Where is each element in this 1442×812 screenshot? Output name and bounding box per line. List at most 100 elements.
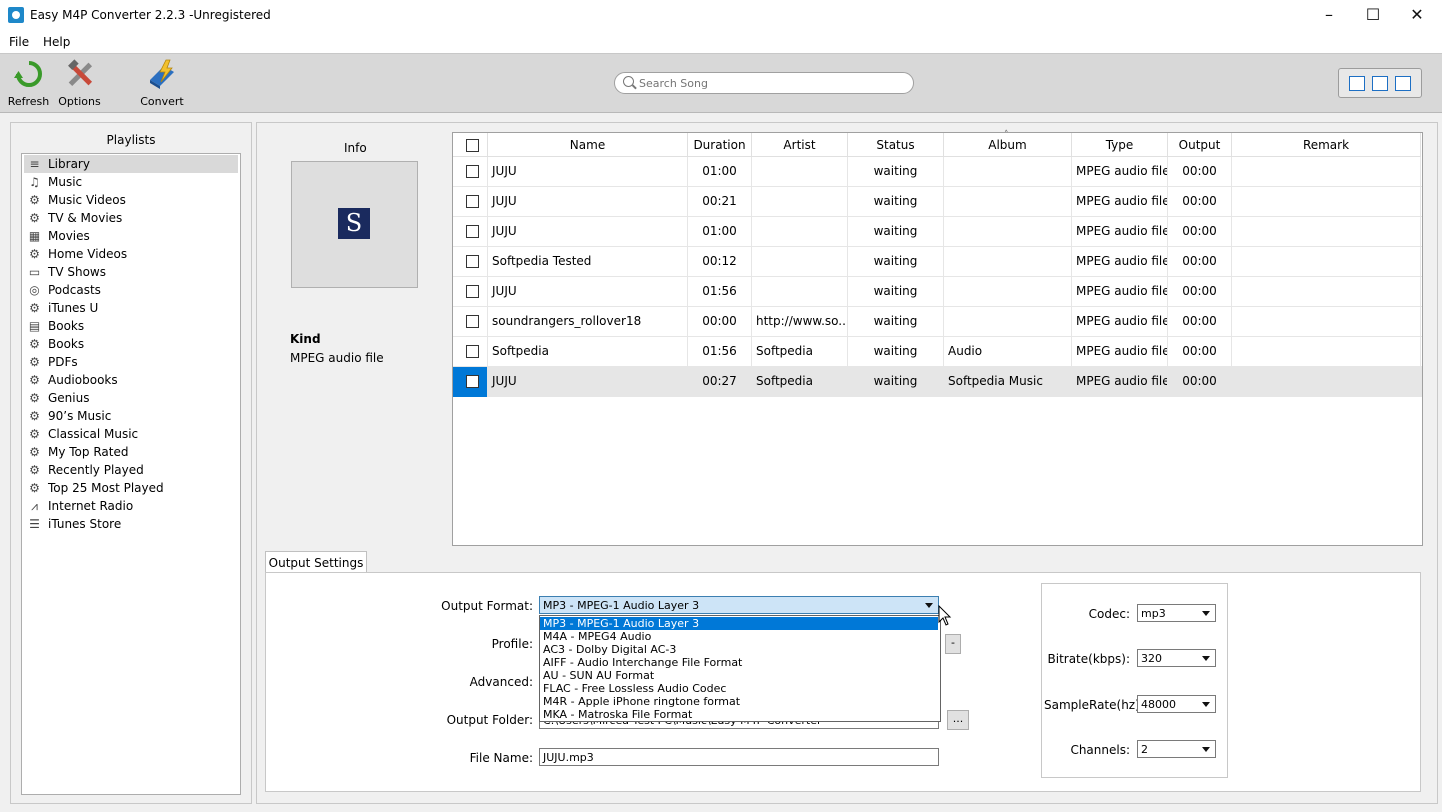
table-row[interactable]: soundrangers_rollover18 00:00 http://www.s… [453, 307, 1422, 337]
format-option[interactable]: MP3 - MPEG-1 Audio Layer 3 [540, 617, 938, 630]
output-format-select[interactable]: MP3 - MPEG-1 Audio Layer 3 [539, 596, 939, 614]
playlist-item[interactable]: ▭ TV Shows [24, 263, 238, 281]
podcast-icon: ◎ [29, 283, 40, 297]
cell-duration: 00:27 [688, 367, 752, 397]
row-checkbox[interactable] [466, 315, 479, 328]
gear-icon: ⚙ [29, 409, 40, 423]
samplerate-value: 48000 [1141, 698, 1176, 711]
column-header-remark[interactable]: Remark [1232, 133, 1421, 157]
cell-artist [752, 277, 848, 307]
table-row[interactable]: Softpedia Tested 00:12 waiting MPEG audio f… [453, 247, 1422, 277]
cell-duration: 01:00 [688, 157, 752, 187]
bitrate-select[interactable]: 320 [1137, 649, 1216, 667]
table-row[interactable]: JUJU 01:56 waiting MPEG audio file 00:00 [453, 277, 1422, 307]
row-checkbox[interactable] [466, 255, 479, 268]
table-row[interactable]: JUJU 01:00 waiting MPEG audio file 00:00 [453, 157, 1422, 187]
profile-button[interactable]: - [945, 634, 961, 654]
playlist-item[interactable]: ⚙ iTunes U [24, 299, 238, 317]
row-checkbox[interactable] [466, 285, 479, 298]
search-input[interactable] [639, 75, 899, 91]
row-checkbox[interactable] [466, 375, 479, 388]
playlist-item[interactable]: ⚙ Music Videos [24, 191, 238, 209]
format-option[interactable]: M4R - Apple iPhone ringtone format [540, 695, 938, 708]
minimize-button[interactable]: – [1306, 0, 1352, 32]
playlist-item[interactable]: ◎ Podcasts [24, 281, 238, 299]
menu-help[interactable]: Help [43, 35, 70, 49]
select-all-checkbox[interactable] [466, 139, 479, 152]
column-header-duration[interactable]: Duration [688, 133, 752, 157]
codec-select[interactable]: mp3 [1137, 604, 1216, 622]
format-option[interactable]: M4A - MPEG4 Audio [540, 630, 938, 643]
playlist-item[interactable]: ⚙ Books [24, 335, 238, 353]
format-option[interactable]: AIFF - Audio Interchange File Format [540, 656, 938, 669]
playlist-item[interactable]: ☰ iTunes Store [24, 515, 238, 533]
gear-icon: ⚙ [29, 211, 40, 225]
playlist-item-label: TV Shows [48, 265, 106, 279]
row-checkbox[interactable] [466, 165, 479, 178]
playlist-item[interactable]: ⚙ Home Videos [24, 245, 238, 263]
menu-bar: File Help [0, 32, 1442, 53]
table-row[interactable]: JUJU 00:27 Softpedia waiting Softpedia Music… [453, 367, 1422, 397]
playlist-item[interactable]: ♫ Music [24, 173, 238, 191]
file-name-field[interactable]: JUJU.mp3 [539, 748, 939, 766]
channels-select[interactable]: 2 [1137, 740, 1216, 758]
cell-duration: 00:12 [688, 247, 752, 277]
maximize-button[interactable]: ☐ [1350, 0, 1396, 32]
format-option[interactable]: MKA - Matroska File Format [540, 708, 938, 721]
playlist-item[interactable]: ▦ Movies [24, 227, 238, 245]
samplerate-select[interactable]: 48000 [1137, 695, 1216, 713]
options-button[interactable]: Options [57, 58, 102, 110]
refresh-button[interactable]: Refresh [6, 58, 51, 110]
row-checkbox[interactable] [466, 195, 479, 208]
playlist-item[interactable]: ⩘ Internet Radio [24, 497, 238, 515]
column-header-status[interactable]: Status [848, 133, 944, 157]
playlist-item[interactable]: ⚙ PDFs [24, 353, 238, 371]
cell-album [944, 157, 1072, 187]
cell-type: MPEG audio file [1072, 307, 1168, 337]
browse-folder-button[interactable]: ... [947, 710, 969, 730]
column-header-artist[interactable]: Artist [752, 133, 848, 157]
playlist-item[interactable]: ⚙ Recently Played [24, 461, 238, 479]
cell-name: Softpedia [488, 337, 688, 367]
gear-icon: ⚙ [29, 427, 40, 441]
column-header-type[interactable]: Type [1072, 133, 1168, 157]
tab-output-settings[interactable]: Output Settings [265, 551, 367, 574]
playlist-item[interactable]: ⚙ TV & Movies [24, 209, 238, 227]
playlist-item[interactable]: ⚙ 90’s Music [24, 407, 238, 425]
playlist-item[interactable]: ▤ Books [24, 317, 238, 335]
row-checkbox[interactable] [466, 225, 479, 238]
cell-duration: 00:21 [688, 187, 752, 217]
row-checkbox-cell [453, 217, 488, 247]
format-option[interactable]: AU - SUN AU Format [540, 669, 938, 682]
gear-icon: ⚙ [29, 301, 40, 315]
playlist-item[interactable]: ⚙ Top 25 Most Played [24, 479, 238, 497]
close-button[interactable]: ✕ [1394, 0, 1440, 32]
refresh-icon [13, 61, 42, 87]
format-option[interactable]: AC3 - Dolby Digital AC-3 [540, 643, 938, 656]
format-option[interactable]: FLAC - Free Lossless Audio Codec [540, 682, 938, 695]
search-box[interactable] [614, 72, 914, 94]
chevron-down-icon [925, 603, 933, 608]
output-format-value: MP3 - MPEG-1 Audio Layer 3 [543, 599, 700, 612]
cell-album: Softpedia Music [944, 367, 1072, 397]
table-row[interactable]: JUJU 01:00 waiting MPEG audio file 00:00 [453, 217, 1422, 247]
sort-indicator-icon: ˄ [1004, 130, 1009, 140]
layout-top-panel-icon[interactable] [1372, 76, 1388, 91]
playlist-item[interactable]: ⚙ Audiobooks [24, 371, 238, 389]
playlist-item[interactable]: ⚙ My Top Rated [24, 443, 238, 461]
table-row[interactable]: JUJU 00:21 waiting MPEG audio file 00:00 [453, 187, 1422, 217]
cell-album [944, 187, 1072, 217]
column-header-name[interactable]: Name [488, 133, 688, 157]
convert-button[interactable]: Convert [137, 58, 187, 110]
refresh-label: Refresh [7, 95, 50, 108]
playlist-item[interactable]: ⚙ Classical Music [24, 425, 238, 443]
layout-left-panel-icon[interactable] [1349, 76, 1365, 91]
column-header-output[interactable]: Output [1168, 133, 1232, 157]
menu-file[interactable]: File [9, 35, 29, 49]
row-checkbox[interactable] [466, 345, 479, 358]
layout-bottom-panel-icon[interactable] [1395, 76, 1411, 91]
view-layout-group [1338, 68, 1422, 98]
playlist-item[interactable]: ≡ Library [24, 155, 238, 173]
table-row[interactable]: Softpedia 01:56 Softpedia waiting Audio MPEG … [453, 337, 1422, 367]
playlist-item[interactable]: ⚙ Genius [24, 389, 238, 407]
